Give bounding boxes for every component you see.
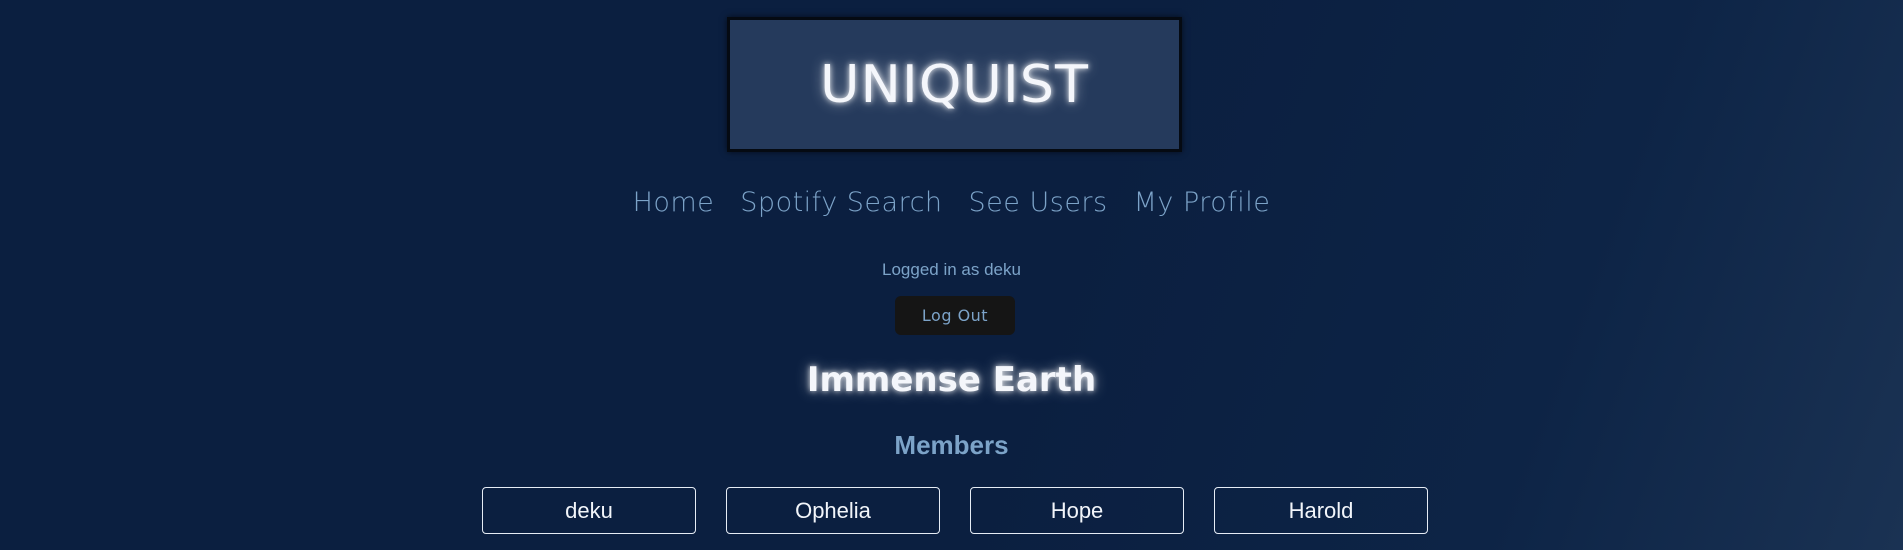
member-card[interactable]: deku — [482, 487, 696, 534]
site-header: UNIQUIST — [727, 17, 1182, 152]
logout-button[interactable]: Log Out — [895, 296, 1015, 335]
member-card[interactable]: Hope — [970, 487, 1184, 534]
main-nav: Home Spotify Search See Users My Profile — [0, 187, 1903, 218]
member-card[interactable]: Harold — [1214, 487, 1428, 534]
nav-my-profile-link[interactable]: My Profile — [1134, 187, 1271, 218]
nav-home-link[interactable]: Home — [633, 187, 715, 218]
group-title: Immense Earth — [806, 360, 1097, 400]
site-logo[interactable]: UNIQUIST — [820, 55, 1089, 115]
member-card[interactable]: Ophelia — [726, 487, 940, 534]
login-status: Logged in as deku — [882, 260, 1021, 279]
nav-spotify-search-link[interactable]: Spotify Search — [740, 187, 942, 218]
nav-see-users-link[interactable]: See Users — [969, 187, 1108, 218]
members-heading: Members — [894, 430, 1009, 460]
